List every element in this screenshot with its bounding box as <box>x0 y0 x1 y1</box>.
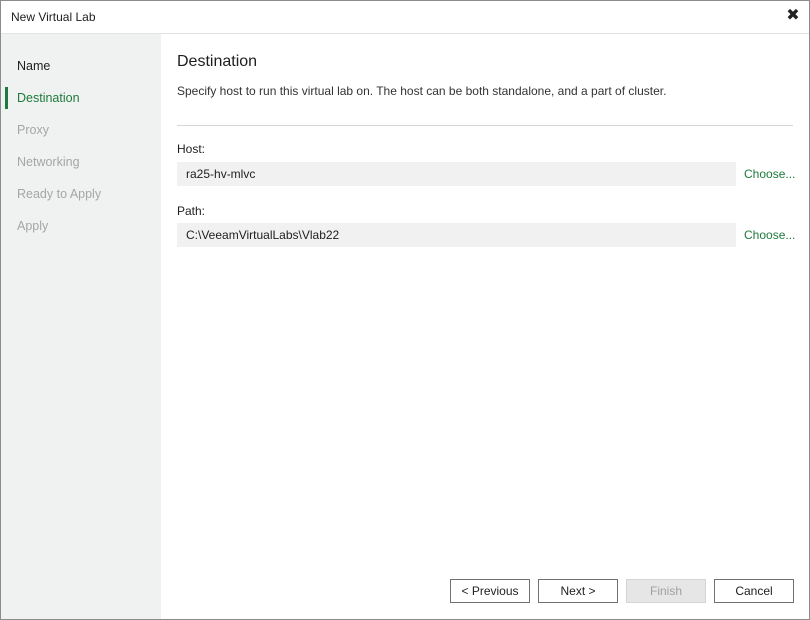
page-description: Specify host to run this virtual lab on.… <box>177 84 667 98</box>
host-label: Host: <box>177 142 206 156</box>
next-button[interactable]: Next > <box>538 579 618 603</box>
title-bar: New Virtual Lab ✖ <box>1 1 809 34</box>
step-name[interactable]: Name <box>17 59 50 73</box>
host-field[interactable]: ra25-hv-mlvc <box>177 162 736 186</box>
window-title: New Virtual Lab <box>11 10 96 24</box>
path-choose-link[interactable]: Choose... <box>744 228 795 242</box>
step-proxy: Proxy <box>17 123 49 137</box>
path-field[interactable]: C:\VeeamVirtualLabs\Vlab22 <box>177 223 736 247</box>
active-step-marker <box>5 87 8 109</box>
previous-button[interactable]: < Previous <box>450 579 530 603</box>
step-networking: Networking <box>17 155 80 169</box>
header-divider <box>177 125 793 126</box>
step-ready-to-apply: Ready to Apply <box>17 187 102 201</box>
new-virtual-lab-dialog: New Virtual Lab ✖ Name Destination Proxy… <box>0 0 810 620</box>
step-apply: Apply <box>17 219 49 233</box>
step-destination[interactable]: Destination <box>17 91 80 105</box>
host-choose-link[interactable]: Choose... <box>744 167 795 181</box>
cancel-button[interactable]: Cancel <box>714 579 794 603</box>
path-label: Path: <box>177 204 206 218</box>
wizard-steps-sidebar: Name Destination Proxy Networking Ready … <box>1 34 161 619</box>
close-icon[interactable]: ✖ <box>785 7 801 25</box>
finish-button: Finish <box>626 579 706 603</box>
main-panel: Destination Specify host to run this vir… <box>161 34 809 619</box>
page-title: Destination <box>177 53 258 70</box>
